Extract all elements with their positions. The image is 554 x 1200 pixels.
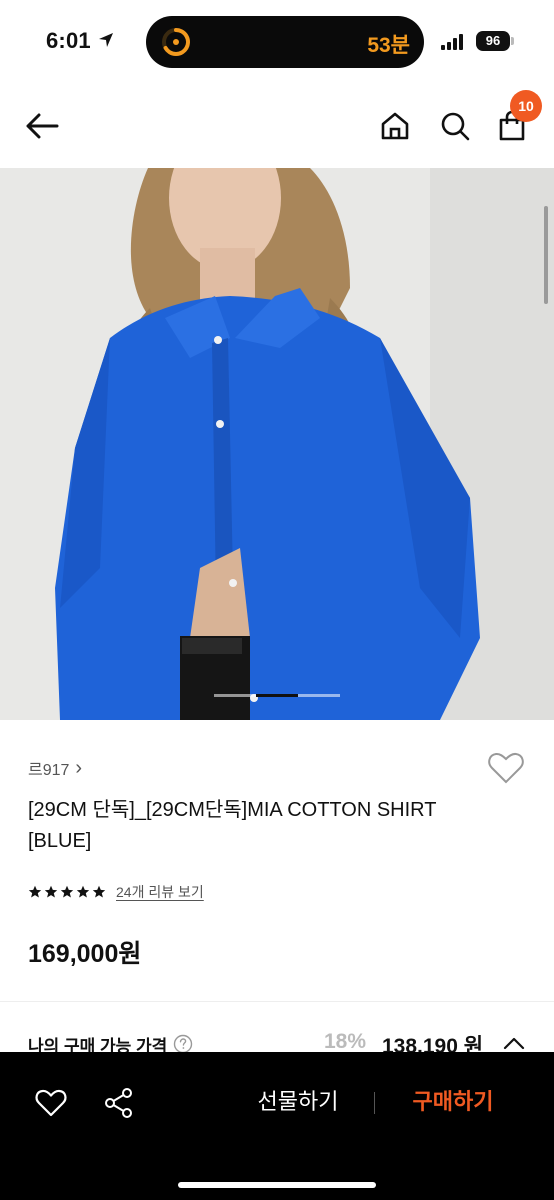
rating-stars xyxy=(28,885,106,899)
star-icon xyxy=(28,885,42,898)
image-page-indicator-fill xyxy=(256,694,298,697)
location-arrow-icon xyxy=(99,33,113,47)
bottom-action-bar: 선물하기 구매하기 xyxy=(0,1052,554,1200)
help-circle-icon[interactable] xyxy=(173,1034,193,1054)
back-arrow-icon xyxy=(26,113,59,139)
share-icon[interactable] xyxy=(102,1086,136,1120)
chevron-right-icon: › xyxy=(75,757,83,779)
status-bar: 6:01 53분 96 xyxy=(0,0,554,84)
discount-rate: 18% xyxy=(324,1030,367,1053)
island-timer-text: 53분 xyxy=(367,34,410,57)
buy-button[interactable]: 구매하기 xyxy=(394,1082,512,1122)
status-time: 6:01 xyxy=(46,28,91,53)
home-indicator[interactable] xyxy=(178,1182,376,1188)
home-icon xyxy=(381,112,409,140)
star-icon xyxy=(44,885,58,898)
review-link[interactable]: 24개 리뷰 보기 xyxy=(116,882,204,902)
search-button[interactable] xyxy=(433,104,477,148)
battery-icon: 96 xyxy=(476,31,510,51)
star-icon xyxy=(76,885,90,898)
section-divider xyxy=(0,1001,554,1002)
star-icon xyxy=(92,885,106,898)
dynamic-island[interactable]: 53분 xyxy=(146,16,424,68)
cart-count-badge: 10 xyxy=(510,90,542,122)
like-heart-icon[interactable] xyxy=(34,1086,68,1120)
image-page-indicator xyxy=(214,694,340,697)
home-button[interactable] xyxy=(373,104,417,148)
product-price: 169,000원 xyxy=(28,940,142,968)
brand-link[interactable]: 르917 › xyxy=(28,756,82,780)
product-image[interactable] xyxy=(0,168,554,720)
rating-row: 24개 리뷰 보기 xyxy=(28,882,204,902)
product-title: [29CM 단독]_[29CM단독]MIA COTTON SHIRT [BLUE… xyxy=(28,799,437,852)
chevron-up-icon[interactable] xyxy=(502,1034,526,1052)
signal-icon xyxy=(441,34,463,50)
timer-ring-icon xyxy=(162,28,190,56)
battery-tip xyxy=(511,37,514,45)
back-button[interactable] xyxy=(20,104,64,148)
app-header xyxy=(0,84,554,168)
gift-button[interactable]: 선물하기 xyxy=(232,1082,364,1122)
product-photo-illustration xyxy=(0,168,554,720)
image-scrollbar[interactable] xyxy=(544,206,548,304)
bottom-bar-separator xyxy=(374,1092,375,1114)
brand-name: 르917 xyxy=(28,762,70,779)
heart-outline-icon[interactable] xyxy=(486,748,526,788)
star-icon xyxy=(60,885,74,898)
search-icon xyxy=(441,112,470,141)
